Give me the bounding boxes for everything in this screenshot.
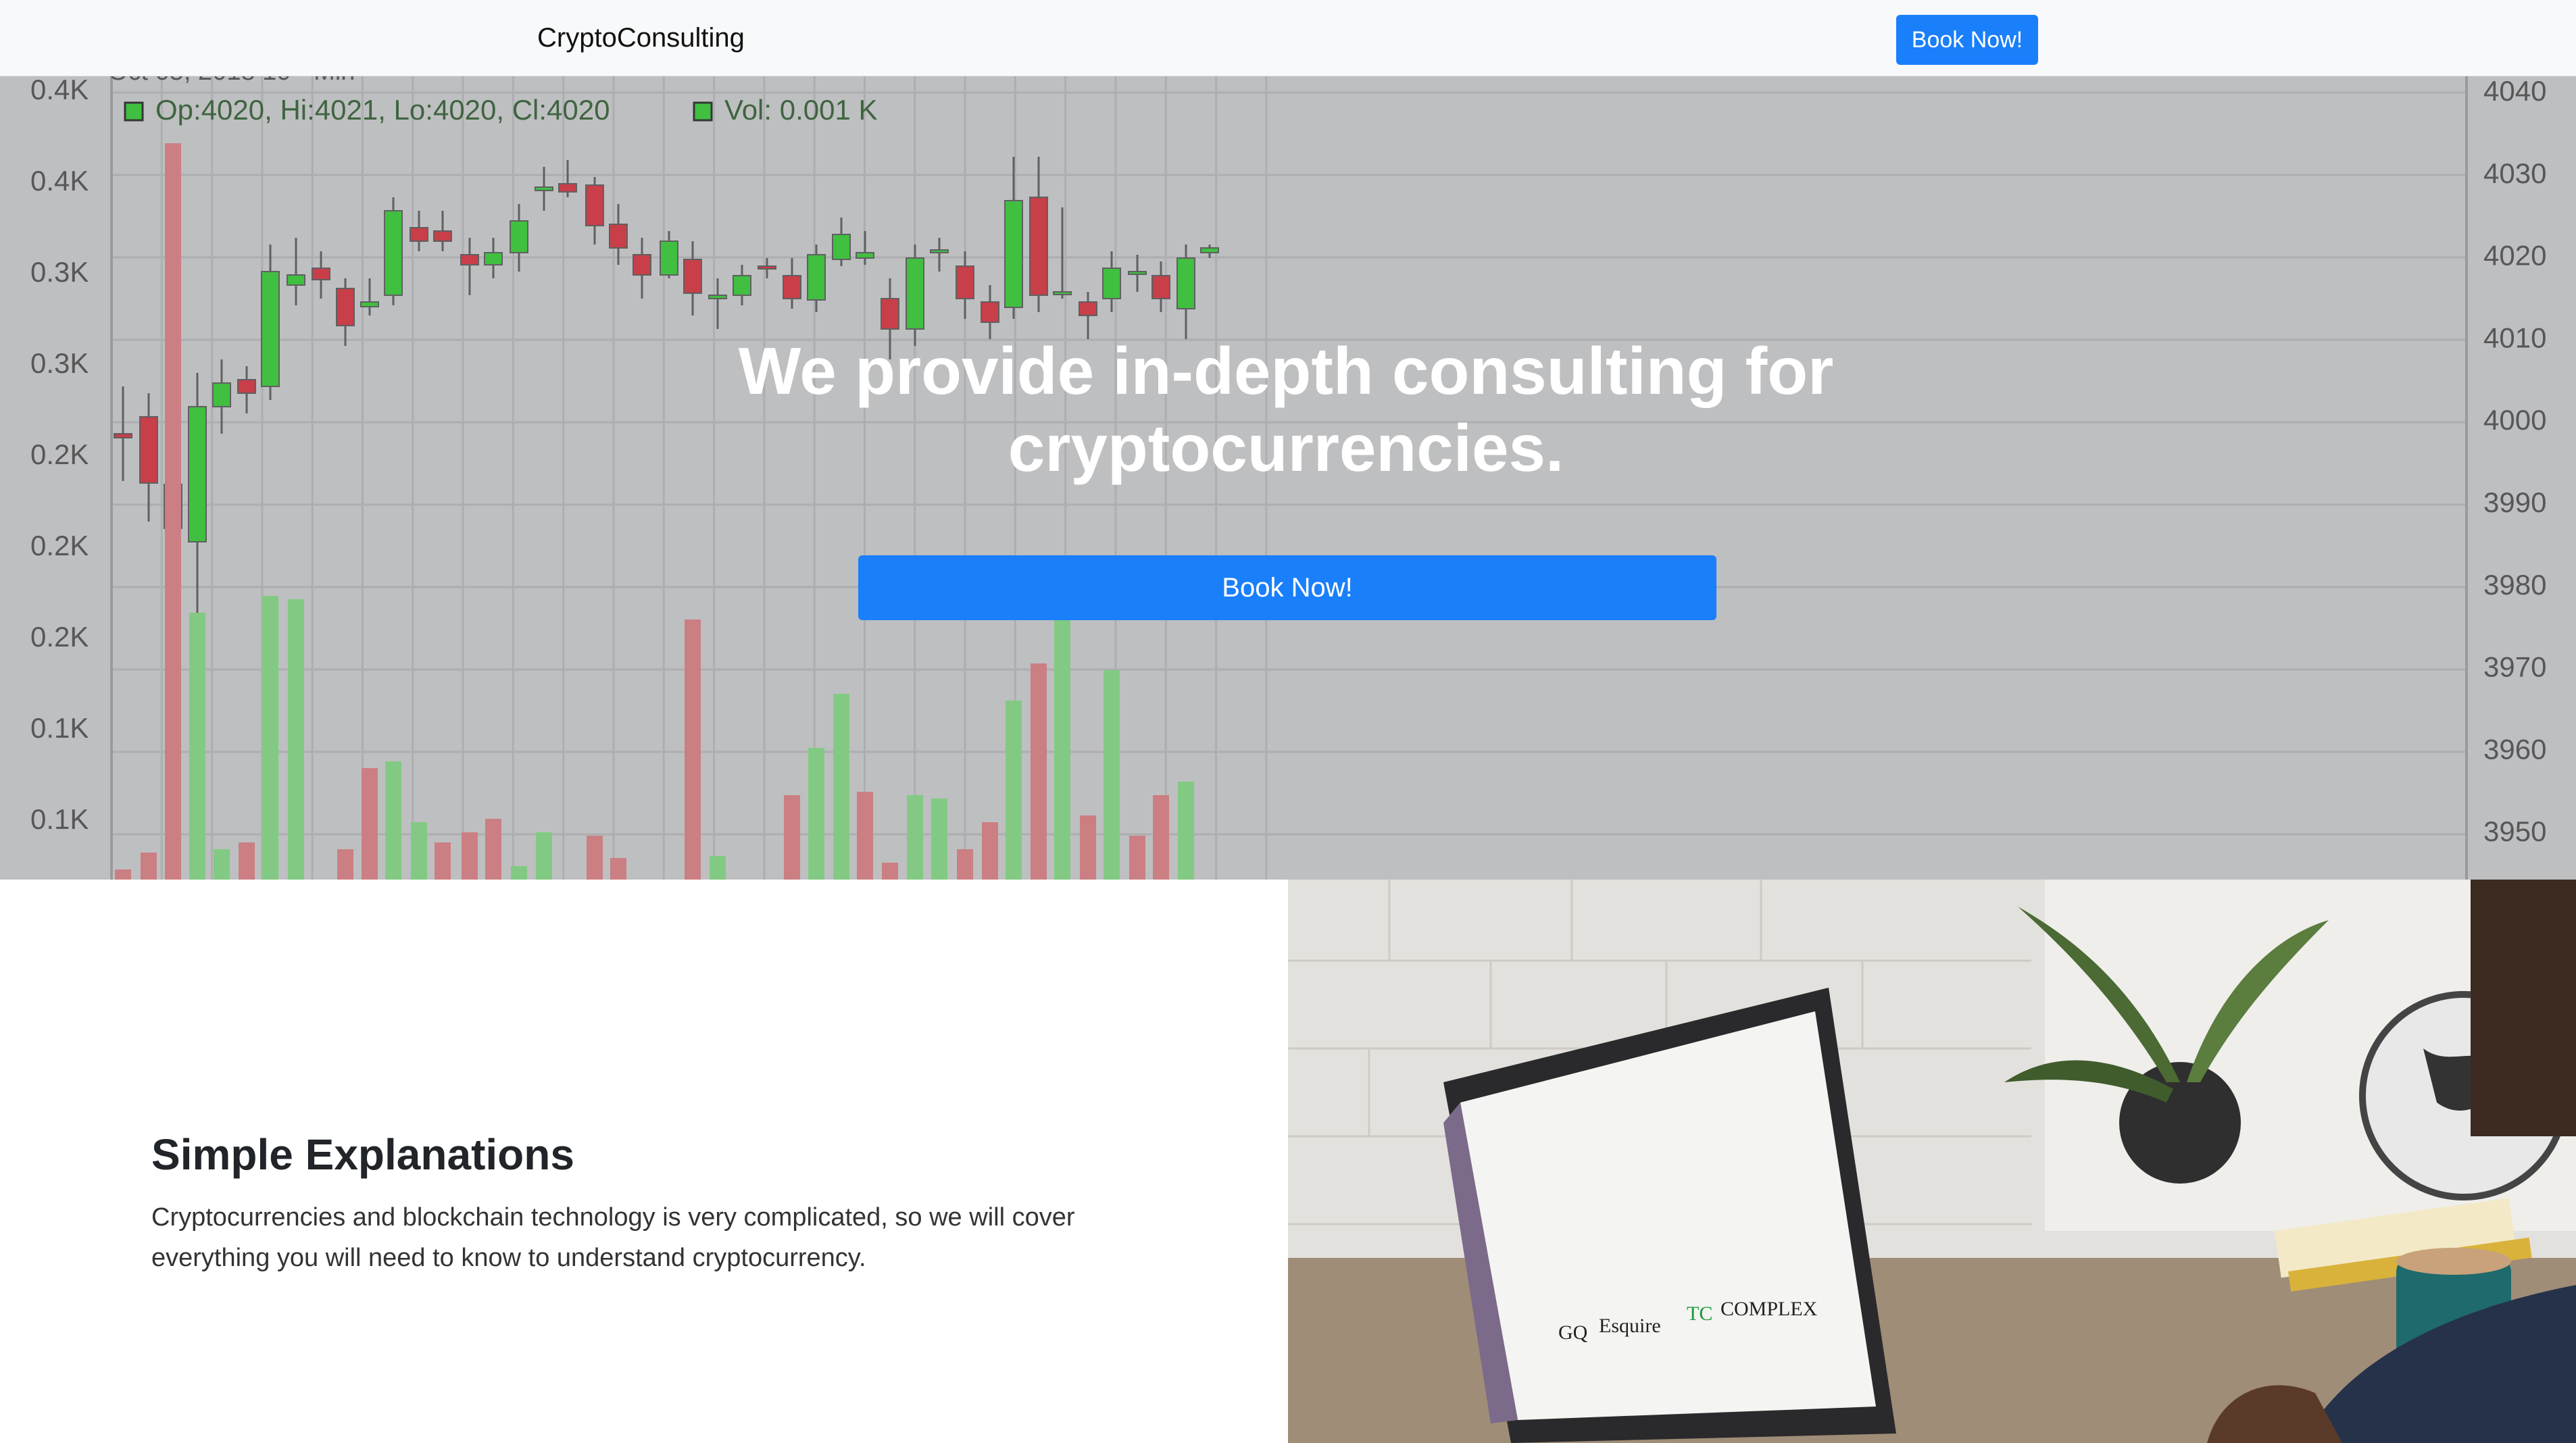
brand-link[interactable]: CryptoConsulting [537,19,745,57]
logo-gq: GQ [1558,1321,1588,1344]
laptop-photo: GQ Esquire TC COMPLEX [1288,880,2576,1443]
nav-book-now-button[interactable]: Book Now! [1896,15,2038,65]
logo-esquire: Esquire [1599,1315,1661,1337]
hero-section: 0.4K 0.4K 0.3K 0.3K 0.2K 0.2K 0.2K 0.1K 0.1K 4040… [0,76,2576,880]
hero-title: We provide in-depth consulting for crypt… [642,332,1930,486]
feature-text: Cryptocurrencies and blockchain technolo… [151,1203,1075,1272]
feature-section: Simple Explanations Cryptocurrencies and… [0,880,2576,1443]
hero-title-line2: cryptocurrencies. [1008,411,1564,485]
hero-title-line1: We provide in-depth consulting for [738,334,1834,408]
hero-book-now-button[interactable]: Book Now! [858,555,1716,620]
feature-title: Simple Explanations [151,1130,574,1179]
logo-complex: COMPLEX [1720,1298,1818,1320]
navbar: CryptoConsulting Book Now! [0,0,2576,76]
logo-tc: TC [1687,1302,1712,1325]
laptop-photo-illustration: GQ Esquire TC COMPLEX [1288,880,2576,1443]
